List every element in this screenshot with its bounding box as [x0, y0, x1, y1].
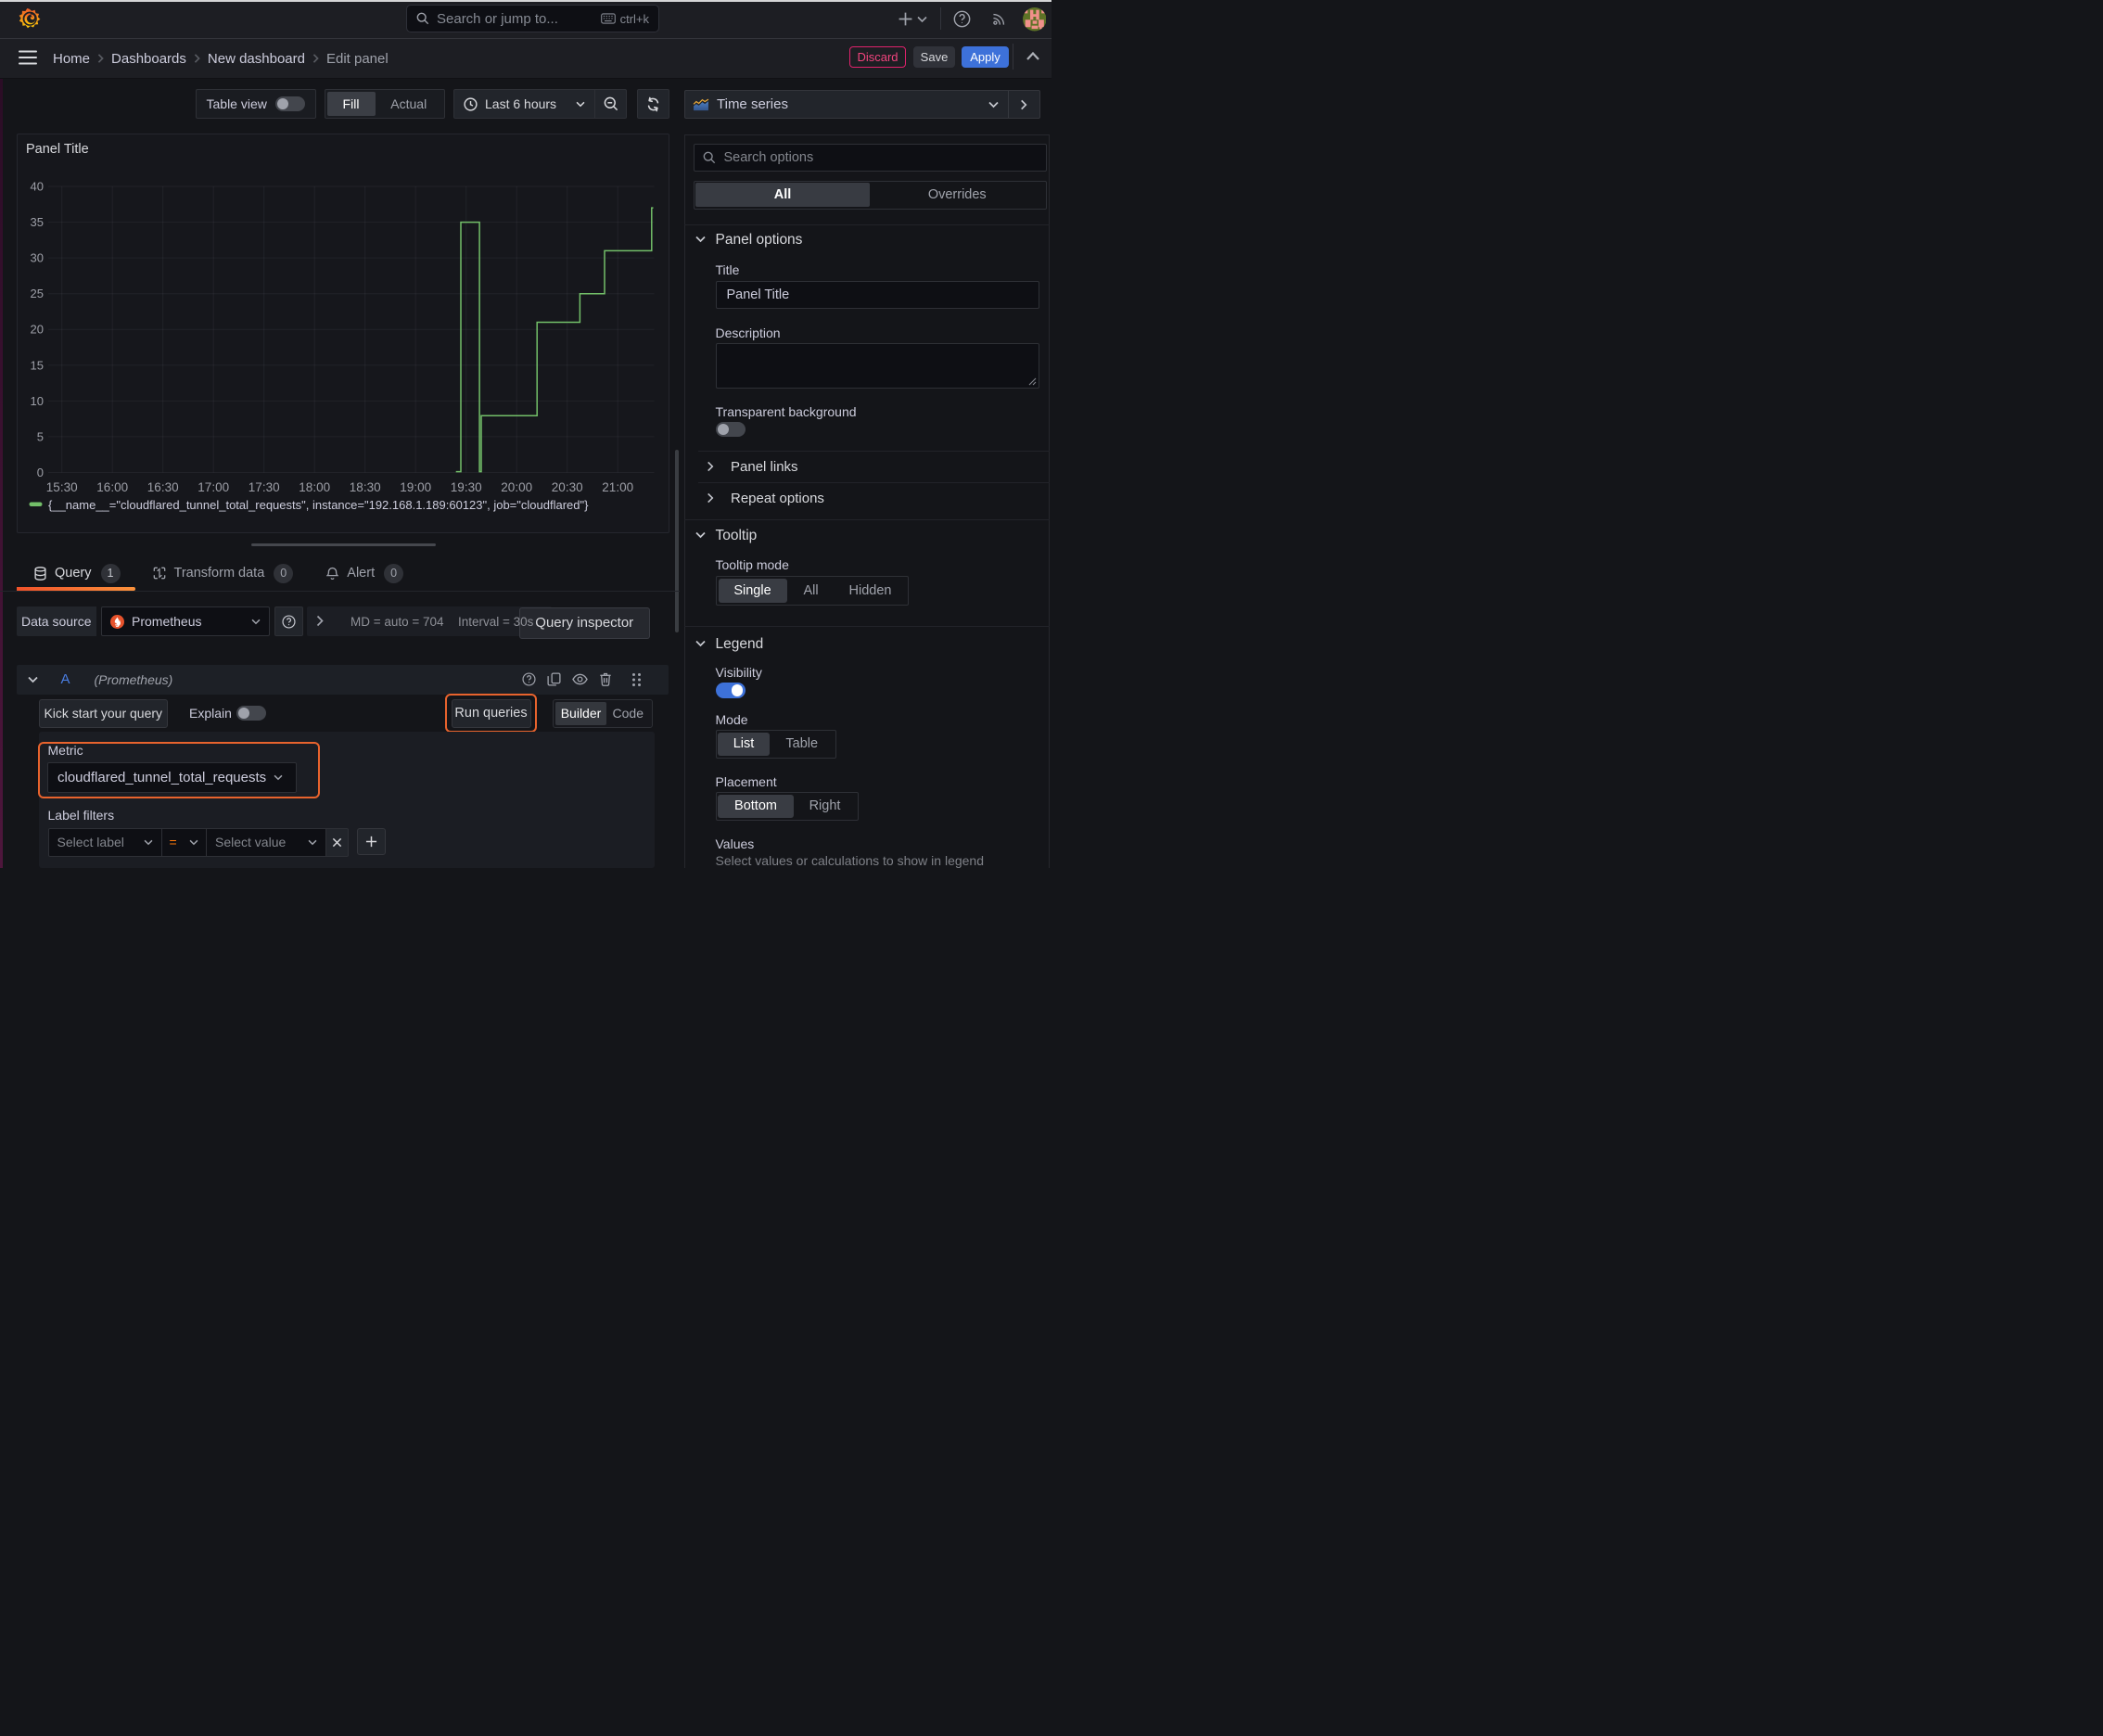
- svg-text:18:30: 18:30: [350, 480, 381, 494]
- svg-text:18:00: 18:00: [299, 480, 330, 494]
- svg-text:19:00: 19:00: [400, 480, 431, 494]
- svg-text:0: 0: [37, 466, 44, 479]
- svg-text:16:30: 16:30: [147, 480, 179, 494]
- svg-text:20: 20: [31, 323, 44, 337]
- svg-text:15: 15: [31, 358, 44, 372]
- svg-text:25: 25: [31, 287, 44, 300]
- svg-text:19:30: 19:30: [451, 480, 482, 494]
- svg-text:16:00: 16:00: [96, 480, 128, 494]
- svg-text:20:30: 20:30: [552, 480, 583, 494]
- svg-text:21:00: 21:00: [602, 480, 633, 494]
- svg-text:{__name__="cloudflared_tunnel_: {__name__="cloudflared_tunnel_total_requ…: [48, 498, 589, 512]
- svg-text:30: 30: [31, 251, 44, 265]
- svg-text:5: 5: [37, 429, 44, 443]
- svg-text:20:00: 20:00: [501, 480, 532, 494]
- svg-text:35: 35: [31, 215, 44, 229]
- svg-text:40: 40: [31, 180, 44, 194]
- svg-text:10: 10: [31, 394, 44, 408]
- svg-text:15:30: 15:30: [46, 480, 78, 494]
- svg-text:17:00: 17:00: [198, 480, 229, 494]
- svg-text:17:30: 17:30: [249, 480, 280, 494]
